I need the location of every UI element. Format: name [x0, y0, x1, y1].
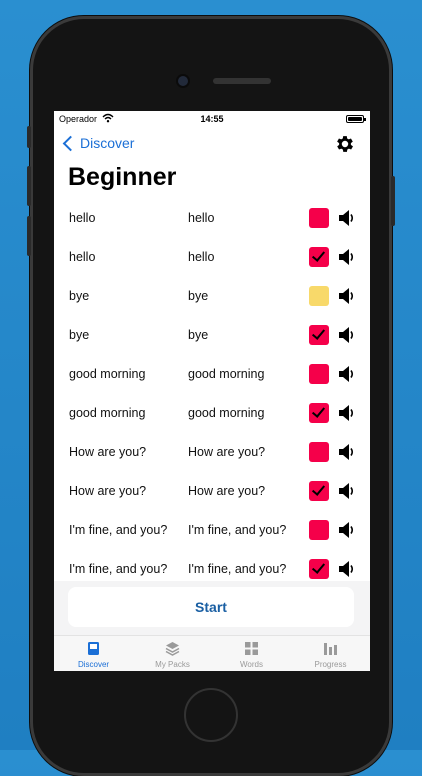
- front-camera: [178, 76, 188, 86]
- tab-label: Discover: [77, 660, 110, 669]
- back-button[interactable]: Discover: [62, 135, 134, 151]
- back-button-label: Discover: [80, 135, 135, 151]
- translation-text: How are you?: [188, 484, 266, 498]
- mute-switch: [27, 126, 31, 148]
- word-row[interactable]: I'm fine, and you? I'm fine, and you?: [54, 511, 370, 550]
- speaker-icon[interactable]: [338, 287, 354, 305]
- status-time: 14:55: [200, 114, 224, 124]
- speaker-icon[interactable]: [338, 482, 354, 500]
- tab-progress[interactable]: Progress: [291, 636, 370, 671]
- word-row[interactable]: bye bye: [54, 277, 370, 316]
- word-row[interactable]: bye bye: [54, 316, 370, 355]
- grid-icon: [245, 642, 258, 655]
- translation-text: hello: [188, 211, 215, 225]
- page-title: Beginner: [68, 163, 177, 191]
- word-text: How are you?: [69, 484, 147, 498]
- speaker-icon[interactable]: [338, 326, 354, 344]
- tab-words[interactable]: Words: [212, 636, 291, 671]
- checkmark-icon: [311, 326, 326, 340]
- word-checkbox[interactable]: [309, 325, 329, 345]
- word-text: bye: [69, 289, 90, 303]
- book-icon: [88, 642, 99, 655]
- word-checkbox[interactable]: [309, 559, 329, 579]
- earpiece-speaker: [213, 78, 271, 84]
- word-checkbox[interactable]: [309, 403, 329, 423]
- speaker-icon[interactable]: [338, 404, 354, 422]
- translation-text: I'm fine, and you?: [188, 562, 287, 576]
- word-text: I'm fine, and you?: [69, 523, 168, 537]
- gear-icon[interactable]: [334, 133, 356, 155]
- word-text: How are you?: [69, 445, 147, 459]
- tab-my-packs[interactable]: My Packs: [133, 636, 212, 671]
- word-checkbox[interactable]: [309, 481, 329, 501]
- checkmark-icon: [311, 248, 326, 262]
- app-screen: Operador 14:55 Discover Beginner hello he…: [54, 111, 370, 671]
- word-checkbox[interactable]: [309, 520, 329, 540]
- translation-text: good morning: [188, 406, 265, 420]
- word-text: hello: [69, 211, 96, 225]
- word-row[interactable]: How are you? How are you?: [54, 472, 370, 511]
- word-checkbox[interactable]: [309, 208, 329, 228]
- power-button: [391, 176, 395, 226]
- translation-text: How are you?: [188, 445, 266, 459]
- word-text: good morning: [69, 406, 146, 420]
- tab-bar: Discover My Packs Words Progress: [54, 635, 370, 671]
- start-area: Start: [54, 581, 370, 636]
- layers-icon: [165, 642, 180, 656]
- translation-text: hello: [188, 250, 215, 264]
- checkmark-icon: [311, 482, 326, 496]
- translation-text: good morning: [188, 367, 265, 381]
- tab-label: Words: [240, 660, 263, 669]
- word-checkbox[interactable]: [309, 286, 329, 306]
- translation-text: bye: [188, 328, 209, 342]
- status-bar: Operador 14:55: [54, 111, 370, 127]
- word-checkbox[interactable]: [309, 442, 329, 462]
- tab-label: My Packs: [155, 660, 190, 669]
- navigation-bar: Discover: [54, 129, 370, 159]
- speaker-icon[interactable]: [338, 209, 354, 227]
- word-checkbox[interactable]: [309, 364, 329, 384]
- chevron-left-icon: [62, 135, 79, 151]
- word-row[interactable]: hello hello: [54, 238, 370, 277]
- word-checkbox[interactable]: [309, 247, 329, 267]
- home-button[interactable]: [184, 688, 238, 742]
- word-row[interactable]: good morning good morning: [54, 355, 370, 394]
- word-text: good morning: [69, 367, 146, 381]
- word-text: bye: [69, 328, 90, 342]
- checkmark-icon: [311, 560, 326, 574]
- speaker-icon[interactable]: [338, 560, 354, 578]
- start-button[interactable]: Start: [68, 587, 354, 627]
- bar-chart-icon: [324, 643, 337, 655]
- checkmark-icon: [311, 404, 326, 418]
- translation-text: I'm fine, and you?: [188, 523, 287, 537]
- volume-down-button: [27, 216, 31, 256]
- word-text: I'm fine, and you?: [69, 562, 168, 576]
- word-row[interactable]: good morning good morning: [54, 394, 370, 433]
- speaker-icon[interactable]: [338, 443, 354, 461]
- word-text: hello: [69, 250, 96, 264]
- speaker-icon[interactable]: [338, 248, 354, 266]
- speaker-icon[interactable]: [338, 365, 354, 383]
- tab-discover[interactable]: Discover: [54, 636, 133, 671]
- battery-icon: [346, 115, 366, 123]
- translation-text: bye: [188, 289, 209, 303]
- speaker-icon[interactable]: [338, 521, 354, 539]
- tab-label: Progress: [314, 660, 347, 669]
- word-row[interactable]: hello hello: [54, 199, 370, 238]
- volume-up-button: [27, 166, 31, 206]
- word-row[interactable]: How are you? How are you?: [54, 433, 370, 472]
